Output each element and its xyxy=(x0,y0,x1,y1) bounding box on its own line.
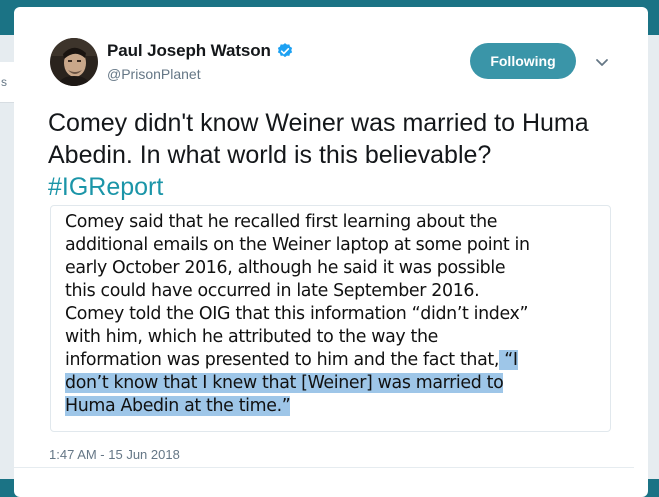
hashtag-link[interactable]: #IGReport xyxy=(48,173,163,201)
side-tab-label: s xyxy=(1,75,7,89)
quote-line: Comey told the OIG that this information… xyxy=(65,304,529,324)
quoted-image-text: Comey said that he recalled first learni… xyxy=(65,211,625,418)
quote-line: early October 2016, although he said it … xyxy=(65,258,506,278)
tweet-text: Comey didn't know Weiner was married to … xyxy=(48,107,608,203)
highlighted-text: don’t know that I knew that [Weiner] was… xyxy=(65,373,504,393)
quote-line: this could have occurred in late Septemb… xyxy=(65,281,480,301)
tweet-body: Comey didn't know Weiner was married to … xyxy=(48,109,589,169)
quote-line: information was presented to him and the… xyxy=(65,350,500,370)
quote-line: additional emails on the Weiner laptop a… xyxy=(65,235,530,255)
avatar[interactable] xyxy=(50,38,98,86)
verified-badge-icon xyxy=(277,43,292,58)
side-tab[interactable]: s xyxy=(0,62,14,103)
quote-line: with him, which he attributed to the way… xyxy=(65,327,439,347)
tweet-timestamp[interactable]: 1:47 AM - 15 Jun 2018 xyxy=(49,447,180,462)
quote-line-highlighted: Huma Abedin at the time.” xyxy=(65,395,625,418)
chevron-down-icon[interactable] xyxy=(595,58,609,68)
author-handle[interactable]: @PrisonPlanet xyxy=(107,66,201,82)
following-button[interactable]: Following xyxy=(470,43,576,79)
highlighted-text: “I xyxy=(499,350,518,370)
tweet-card: Paul Joseph Watson @PrisonPlanet Followi… xyxy=(14,7,648,497)
quote-line-with-highlight: information was presented to him and the… xyxy=(65,349,625,372)
quoted-image[interactable]: Comey said that he recalled first learni… xyxy=(50,205,611,432)
author-display-name[interactable]: Paul Joseph Watson xyxy=(107,41,271,61)
author-name-row: Paul Joseph Watson xyxy=(107,41,294,61)
quote-line: Comey said that he recalled first learni… xyxy=(65,212,498,232)
quote-line-highlighted: don’t know that I knew that [Weiner] was… xyxy=(65,372,625,395)
divider xyxy=(14,467,634,468)
highlighted-text: Huma Abedin at the time.” xyxy=(65,396,291,416)
avatar-image xyxy=(50,38,98,86)
